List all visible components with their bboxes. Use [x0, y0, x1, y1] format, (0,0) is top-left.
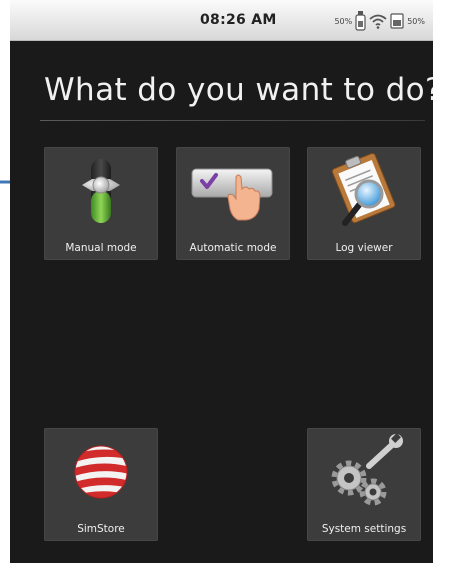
- usb-stick-icon: [355, 11, 366, 31]
- status-icons: 50% 50%: [334, 10, 425, 32]
- slider-switch-icon: [82, 159, 120, 223]
- log-viewer-tile[interactable]: Log viewer: [307, 147, 421, 260]
- manual-mode-label: Manual mode: [65, 242, 137, 254]
- battery-percent: 50%: [407, 16, 425, 26]
- hand-pressing-button-icon: [191, 168, 273, 221]
- battery-icon: [390, 13, 404, 29]
- page-title: What do you want to do?: [44, 72, 433, 108]
- manual-mode-tile[interactable]: Manual mode: [44, 147, 158, 260]
- status-bar: 08:26 AM 50% 50%: [10, 0, 433, 41]
- status-clock: 08:26 AM: [200, 12, 277, 28]
- title-divider: [40, 120, 425, 121]
- simstore-tile[interactable]: SimStore: [44, 428, 158, 541]
- clipboard-magnifier-icon: [331, 152, 396, 226]
- wifi-icon: [369, 14, 387, 29]
- device-screen: 08:26 AM 50% 50% What do you want to do?: [10, 0, 433, 563]
- system-settings-tile[interactable]: System settings: [307, 428, 421, 541]
- striped-globe-icon: [74, 445, 128, 499]
- system-settings-label: System settings: [321, 523, 407, 535]
- usb-percent: 50%: [334, 16, 353, 26]
- gears-wrench-icon: [331, 433, 403, 506]
- automatic-mode-tile[interactable]: Automatic mode: [176, 147, 290, 260]
- automatic-mode-label: Automatic mode: [189, 242, 277, 254]
- log-viewer-label: Log viewer: [335, 242, 393, 254]
- simstore-label: SimStore: [77, 523, 125, 535]
